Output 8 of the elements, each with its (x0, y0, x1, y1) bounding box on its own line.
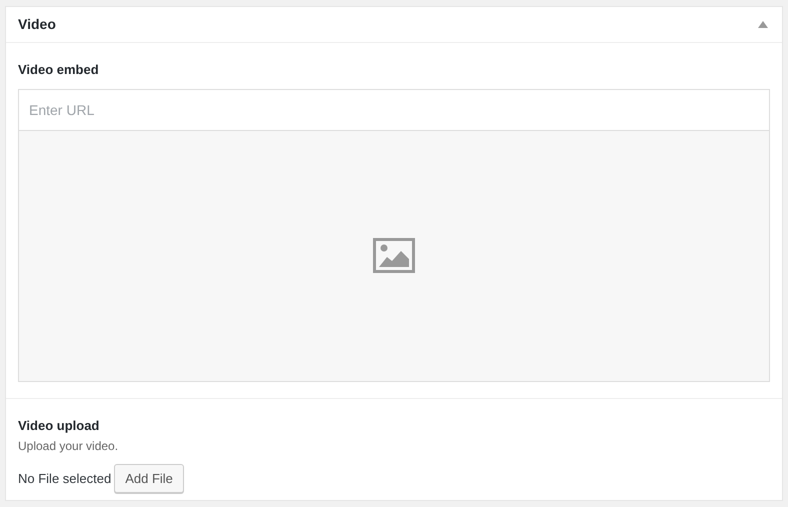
collapse-toggle-icon[interactable] (758, 21, 768, 28)
file-status: No File selected (18, 470, 112, 488)
panel-title: Video (18, 15, 56, 34)
field-label: Video embed (18, 61, 100, 79)
image-placeholder-icon (373, 238, 415, 273)
add-file-button[interactable]: Add File (114, 464, 184, 493)
field-label: Video upload (18, 416, 100, 435)
field-description: Upload your video. (18, 438, 120, 455)
